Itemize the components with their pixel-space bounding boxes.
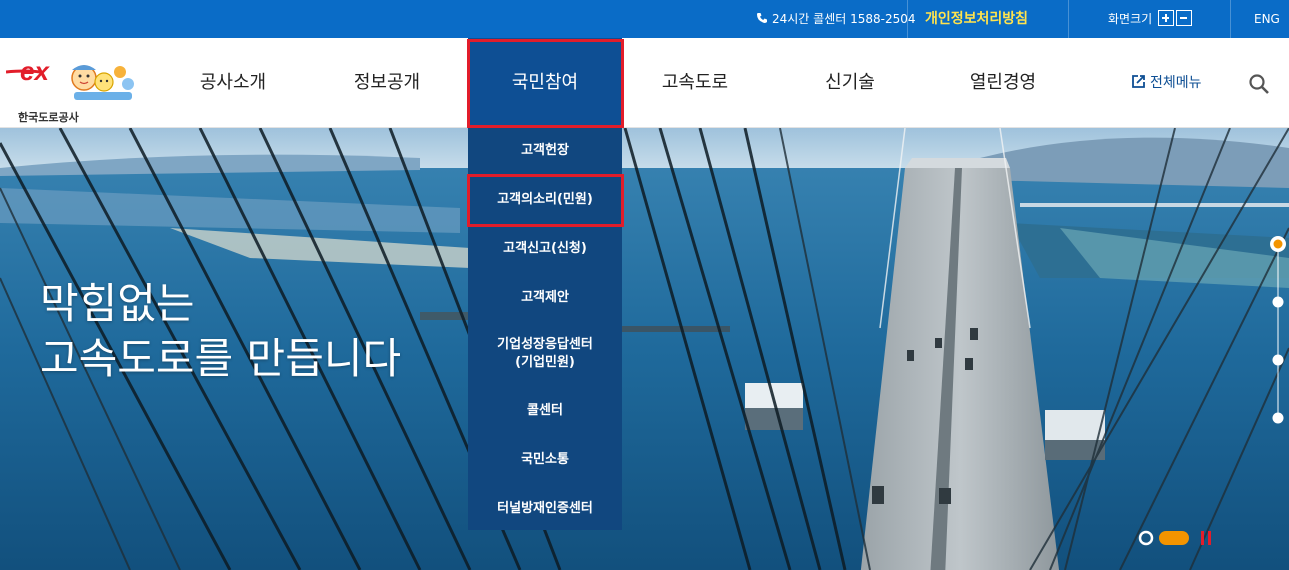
submenu-item-tunnel-certification[interactable]: 터널방재인증센터 bbox=[468, 500, 622, 518]
slide-progress-indicator bbox=[1159, 531, 1189, 545]
nav-item-open-management[interactable]: 열린경영 bbox=[953, 38, 1053, 128]
slide-dot[interactable] bbox=[1272, 354, 1284, 366]
submenu-item-customer-report[interactable]: 고객신고(신청) bbox=[468, 240, 622, 258]
slideshow-controls bbox=[1138, 530, 1211, 546]
divider bbox=[907, 0, 908, 38]
slide-dot[interactable] bbox=[1272, 412, 1284, 424]
divider bbox=[1068, 0, 1069, 38]
utility-bar: 24시간 콜센터 1588-2504 개인정보처리방침 화면크기 ENG bbox=[0, 0, 1289, 38]
hero-banner: 막힘없는 고속도로를 만듭니다 bbox=[0, 128, 1289, 570]
phone-icon bbox=[757, 13, 767, 23]
all-menu-button[interactable]: 전체메뉴 bbox=[1132, 38, 1202, 128]
submenu-item-business-center[interactable]: 기업성장응답센터 (기업민원) bbox=[468, 336, 622, 372]
nav-item-about[interactable]: 공사소개 bbox=[183, 38, 283, 128]
submenu-item-customer-proposal[interactable]: 고객제안 bbox=[468, 289, 622, 307]
ex-logo[interactable]: ex 한국도로공사 bbox=[5, 56, 141, 124]
submenu-item-public-communication[interactable]: 국민소통 bbox=[468, 451, 622, 469]
screen-size-label: 화면크기 bbox=[1108, 12, 1153, 26]
english-link[interactable]: ENG bbox=[1254, 0, 1280, 38]
search-icon[interactable] bbox=[1248, 73, 1270, 95]
slide-prev-button[interactable] bbox=[1138, 530, 1154, 546]
pause-icon[interactable] bbox=[1201, 531, 1204, 545]
callcenter-text: 24시간 콜센터 1588-2504 bbox=[772, 12, 916, 26]
external-menu-icon bbox=[1132, 75, 1145, 88]
main-header: ex 한국도로공사 공사소개 정보공개 국민참여 고속도로 신기술 열린경영 전… bbox=[0, 38, 1289, 128]
submenu-item-callcenter[interactable]: 콜센터 bbox=[468, 402, 622, 420]
svg-text:ex: ex bbox=[20, 58, 50, 86]
hero-title-line-2: 고속도로를 만듭니다 bbox=[40, 334, 402, 383]
nav-item-info-disclosure[interactable]: 정보공개 bbox=[337, 38, 437, 128]
hero-title-line-1: 막힘없는 bbox=[40, 279, 195, 328]
submenu-item-customer-charter[interactable]: 고객헌장 bbox=[468, 142, 622, 160]
slide-dot[interactable] bbox=[1272, 296, 1284, 308]
all-menu-label: 전체메뉴 bbox=[1150, 75, 1202, 91]
screen-size-control: 화면크기 bbox=[1108, 0, 1192, 38]
ex-logo-icon: ex bbox=[5, 56, 134, 100]
highlight-submenu-customer-voice bbox=[467, 174, 624, 227]
divider bbox=[1230, 0, 1231, 38]
privacy-policy-link[interactable]: 개인정보처리방침 bbox=[925, 0, 1028, 38]
nav-item-expressway[interactable]: 고속도로 bbox=[645, 38, 745, 128]
nav-item-new-tech[interactable]: 신기술 bbox=[800, 38, 900, 128]
zoom-out-button[interactable] bbox=[1176, 10, 1192, 26]
slide-dot-active-inner bbox=[1273, 239, 1283, 249]
logo-text: 한국도로공사 bbox=[18, 111, 79, 124]
callcenter-info[interactable]: 24시간 콜센터 1588-2504 bbox=[756, 0, 916, 38]
slide-indicator bbox=[1270, 236, 1286, 424]
highlight-nav-participation bbox=[467, 39, 624, 128]
zoom-in-button[interactable] bbox=[1158, 10, 1174, 26]
